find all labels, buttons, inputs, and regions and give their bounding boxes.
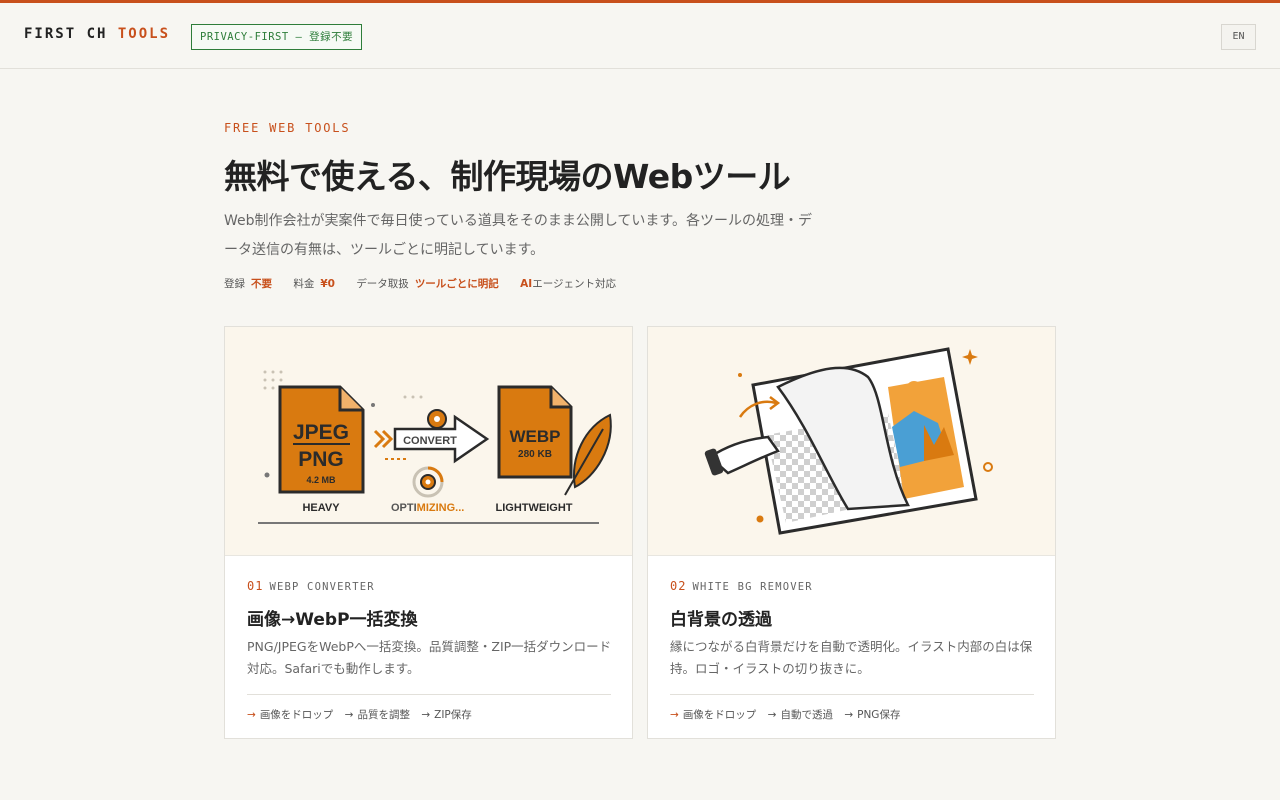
card-steps: → 画像をドロップ → 自動で透過 → PNG保存 xyxy=(670,709,901,721)
source-size: 4.2 MB xyxy=(306,475,336,485)
arrow-right-icon: → xyxy=(844,709,854,721)
arrow-right-icon: → xyxy=(767,709,777,721)
arrow-right-icon: → xyxy=(247,709,256,721)
meta-ai-support: AIエージェント対応 xyxy=(520,278,616,290)
source-format-2: PNG xyxy=(298,448,344,471)
hero-meta: 登録 不要 料金 ¥0 データ取扱 ツールごとに明記 AIエージェント対応 xyxy=(224,276,634,291)
arrow-right-icon: → xyxy=(344,709,354,721)
card-title[interactable]: 画像→WebP一括変換 xyxy=(247,605,418,630)
bg-remover-illustration xyxy=(648,327,1055,556)
card-steps: → 画像をドロップ → 品質を調整 → ZIP保存 xyxy=(247,709,472,721)
card-divider xyxy=(247,694,611,695)
card-description: PNG/JPEGをWebPへ一括変換。品質調整・ZIP一括ダウンロード対応。Sa… xyxy=(247,639,612,676)
lightweight-label: LIGHTWEIGHT xyxy=(496,502,573,514)
logo-main: FIRST CH xyxy=(24,26,108,42)
meta-data-handling: データ取扱 ツールごとに明記 xyxy=(356,278,499,290)
heavy-label: HEAVY xyxy=(302,502,340,514)
card-description: 縁につながる白背景だけを自動で透明化。イラスト内部の白は保持。ロゴ・イラストの切… xyxy=(670,639,1033,676)
webp-converter-illustration: JPEG PNG 4.2 MB HEAVY CONVERT OPTIMIZING… xyxy=(225,327,632,556)
target-size: 280 KB xyxy=(518,449,552,460)
source-format-1: JPEG xyxy=(293,421,349,444)
logo-accent: TOOLS xyxy=(117,26,171,42)
tool-card-webp-converter[interactable]: JPEG PNG 4.2 MB HEAVY CONVERT OPTIMIZING… xyxy=(224,326,633,739)
site-header: FIRST CH TOOLS PRIVACY-FIRST — 登録不要 EN xyxy=(0,3,1280,69)
convert-label: CONVERT xyxy=(403,435,457,447)
card-divider xyxy=(670,694,1034,695)
card-number: 02 WHITE BG REMOVER xyxy=(670,579,813,593)
privacy-badge: PRIVACY-FIRST — 登録不要 xyxy=(191,24,363,50)
tool-card-white-bg-remover[interactable]: 02 WHITE BG REMOVER 白背景の透過 縁につながる白背景だけを自動… xyxy=(647,326,1056,739)
card-title[interactable]: 白背景の透過 xyxy=(670,605,772,630)
arrow-right-icon: → xyxy=(421,709,431,721)
target-format: WEBP xyxy=(510,427,561,446)
meta-registration: 登録 不要 xyxy=(224,278,272,290)
hero-description: Web制作会社が実案件で毎日使っている道具をそのまま公開しています。各ツールの処… xyxy=(224,213,812,258)
language-toggle-button[interactable]: EN xyxy=(1221,24,1256,50)
hero-eyebrow: FREE WEB TOOLS xyxy=(224,121,351,135)
arrow-right-icon: → xyxy=(670,709,679,721)
card-number: 01 WEBP CONVERTER xyxy=(247,579,375,593)
hero-title: 無料で使える、制作現場のWebツール xyxy=(224,157,791,196)
optimizing-label: OPTIMIZING... xyxy=(391,502,464,514)
site-logo[interactable]: FIRST CH TOOLS xyxy=(24,26,170,42)
meta-fee: 料金 ¥0 xyxy=(293,278,335,290)
